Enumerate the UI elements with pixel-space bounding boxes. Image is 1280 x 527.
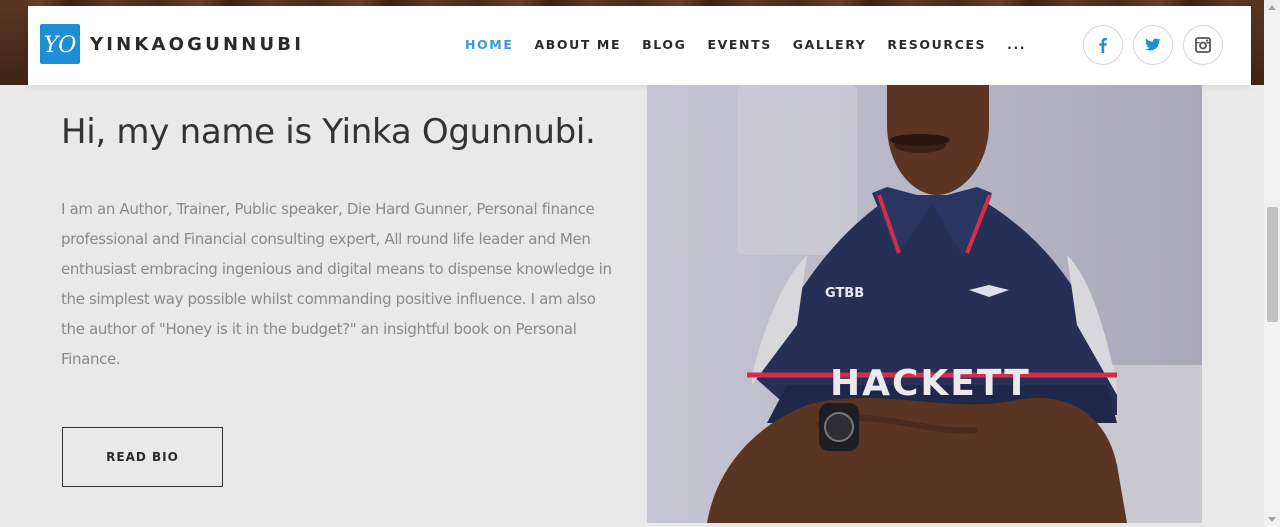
hero-bio-text: I am an Author, Trainer, Public speaker,… bbox=[61, 200, 612, 368]
svg-text:HACKETT: HACKETT bbox=[830, 363, 1031, 404]
nav-item-blog[interactable]: BLOG bbox=[642, 37, 686, 52]
svg-text:GTBB: GTBB bbox=[825, 286, 864, 301]
logo-monogram-text: YO bbox=[44, 33, 77, 58]
portrait-photo: HACKETT GTBB bbox=[647, 85, 1202, 523]
social-links bbox=[1083, 25, 1223, 65]
nav-item-home[interactable]: HOME bbox=[465, 37, 513, 52]
vertical-scrollbar[interactable] bbox=[1264, 0, 1280, 527]
instagram-icon bbox=[1195, 37, 1211, 53]
background-wood-left bbox=[0, 0, 28, 85]
facebook-button[interactable] bbox=[1083, 25, 1123, 65]
nav-item-about-me[interactable]: ABOUT ME bbox=[534, 37, 621, 52]
site-header: YO YINKAOGUNNUBI HOME ABOUT ME BLOG EVEN… bbox=[28, 6, 1251, 85]
main-nav: HOME ABOUT ME BLOG EVENTS GALLERY RESOUR… bbox=[465, 37, 1026, 52]
instagram-button[interactable] bbox=[1183, 25, 1223, 65]
scrollbar-thumb[interactable] bbox=[1267, 207, 1278, 322]
scroll-down-arrow-icon[interactable] bbox=[1268, 517, 1276, 522]
twitter-icon bbox=[1145, 38, 1161, 51]
nav-item-more[interactable]: ... bbox=[1007, 37, 1026, 52]
nav-item-resources[interactable]: RESOURCES bbox=[887, 37, 986, 52]
facebook-icon bbox=[1099, 37, 1107, 53]
scroll-up-arrow-icon[interactable] bbox=[1268, 5, 1276, 10]
site-logo[interactable]: YO YINKAOGUNNUBI bbox=[40, 24, 304, 64]
brand-name: YINKAOGUNNUBI bbox=[90, 33, 305, 55]
twitter-button[interactable] bbox=[1133, 25, 1173, 65]
read-bio-button[interactable]: READ BIO bbox=[62, 427, 223, 487]
nav-item-gallery[interactable]: GALLERY bbox=[793, 37, 867, 52]
nav-item-events[interactable]: EVENTS bbox=[707, 37, 771, 52]
hero-headline: Hi, my name is Yinka Ogunnubi. bbox=[61, 112, 596, 152]
logo-monogram-icon: YO bbox=[40, 24, 80, 64]
